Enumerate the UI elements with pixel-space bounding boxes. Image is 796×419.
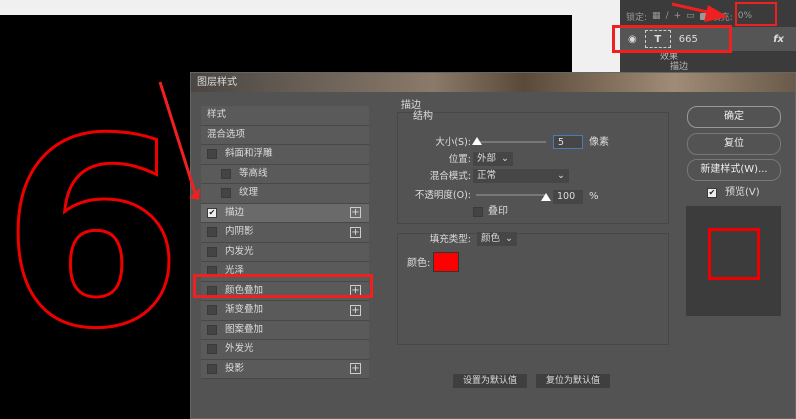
style-item[interactable]: 图案叠加 bbox=[201, 320, 369, 340]
artboard-icon[interactable]: ▭ bbox=[686, 11, 695, 21]
color-label: 颜色: bbox=[407, 258, 431, 269]
lock-label: 锁定: bbox=[626, 12, 648, 23]
ok-button[interactable]: 确定 bbox=[687, 106, 781, 128]
effects-label: 效果 bbox=[660, 52, 679, 62]
opacity-input[interactable]: 100 bbox=[553, 190, 583, 204]
color-swatch[interactable] bbox=[433, 252, 459, 272]
reset-button[interactable]: 复位 bbox=[687, 133, 781, 155]
size-input[interactable]: 5 bbox=[553, 135, 583, 149]
opacity-slider[interactable] bbox=[476, 194, 546, 196]
style-item[interactable]: 斜面和浮雕 bbox=[201, 145, 369, 165]
style-item-label: 描边 bbox=[225, 206, 245, 218]
chevron-down-icon: ⌄ bbox=[557, 170, 565, 181]
layer-style-dialog: 图层样式 样式 混合选项 斜面和浮雕 等高线 纹理 ✔ 描边 + 内阴影 + 内发光 光泽 颜色叠加 + 渐… bbox=[190, 72, 796, 419]
opacity-label: 不透明度(O): bbox=[414, 190, 471, 201]
preview-label: 预览(V) bbox=[725, 187, 760, 198]
size-slider[interactable] bbox=[476, 141, 546, 143]
fill-label: 填充: bbox=[711, 12, 733, 23]
opacity-unit: % bbox=[589, 191, 599, 202]
add-icon[interactable]: + bbox=[350, 363, 361, 375]
style-item-label: 投影 bbox=[225, 362, 245, 374]
style-item[interactable]: 等高线 bbox=[201, 164, 369, 184]
styles-list: 样式 混合选项 斜面和浮雕 等高线 纹理 ✔ 描边 + 内阴影 + 内发光 光泽 颜色叠加 + 渐变叠加 + 图… bbox=[201, 106, 369, 386]
layer-highlight-box bbox=[612, 25, 732, 53]
overprint-checkbox[interactable] bbox=[473, 207, 483, 217]
fill-type-label: 填充类型: bbox=[429, 234, 471, 245]
position-select[interactable]: 外部 ⌄ bbox=[473, 152, 513, 166]
fill-highlight-box bbox=[735, 2, 777, 26]
lock-icon[interactable] bbox=[699, 12, 707, 20]
chevron-down-icon: ⌄ bbox=[501, 153, 509, 164]
size-unit: 像素 bbox=[589, 137, 609, 148]
style-item[interactable]: 渐变叠加 + bbox=[201, 301, 369, 321]
structure-group bbox=[397, 112, 669, 224]
style-item-label: 纹理 bbox=[239, 187, 259, 199]
style-checkbox[interactable] bbox=[207, 363, 217, 374]
blend-mode-select[interactable]: 正常 ⌄ bbox=[473, 169, 569, 183]
style-item[interactable]: 混合选项 bbox=[201, 125, 369, 145]
stroke-highlight-box bbox=[193, 274, 373, 298]
reset-default-button[interactable]: 复位为默认值 bbox=[536, 374, 610, 388]
move-icon[interactable]: + bbox=[674, 11, 682, 21]
set-default-button[interactable]: 设置为默认值 bbox=[453, 374, 527, 388]
style-item[interactable]: 外发光 bbox=[201, 340, 369, 360]
opacity-slider-thumb[interactable] bbox=[541, 193, 551, 201]
size-slider-thumb[interactable] bbox=[472, 137, 483, 145]
stroke-settings: 描边 结构 大小(S): 5 像素 位置: 外部 ⌄ 混合模式: 正常 ⌄ 不透明度… bbox=[391, 100, 673, 390]
chevron-down-icon: ⌄ bbox=[505, 233, 513, 244]
lock-pixels-icon[interactable]: ▦ bbox=[652, 11, 661, 21]
style-checkbox[interactable] bbox=[207, 305, 217, 316]
add-icon[interactable]: + bbox=[350, 207, 361, 219]
style-checkbox[interactable] bbox=[207, 149, 217, 160]
fill-type-value: 颜色 bbox=[481, 233, 501, 244]
fill-type-group bbox=[397, 233, 669, 345]
preview-square bbox=[708, 228, 760, 280]
structure-title: 结构 bbox=[413, 111, 433, 122]
style-item-label: 外发光 bbox=[225, 343, 254, 355]
style-item-label: 内阴影 bbox=[225, 226, 254, 238]
position-value: 外部 bbox=[477, 153, 497, 164]
size-label: 大小(S): bbox=[435, 137, 471, 148]
style-checkbox[interactable] bbox=[207, 227, 217, 238]
style-item-label: 斜面和浮雕 bbox=[225, 148, 273, 160]
overprint-label: 叠印 bbox=[488, 206, 508, 217]
style-checkbox[interactable] bbox=[207, 324, 217, 335]
style-checkbox[interactable] bbox=[221, 188, 231, 199]
style-checkbox[interactable] bbox=[207, 246, 217, 257]
style-checkbox[interactable] bbox=[207, 344, 217, 355]
dialog-title: 图层样式 bbox=[191, 73, 795, 92]
style-preview bbox=[686, 206, 781, 316]
style-item[interactable]: 内发光 bbox=[201, 242, 369, 262]
add-icon[interactable]: + bbox=[350, 226, 361, 238]
style-item[interactable]: 内阴影 + bbox=[201, 223, 369, 243]
style-item[interactable]: 样式 bbox=[201, 106, 369, 126]
fx-icon[interactable]: fx bbox=[773, 34, 784, 45]
style-item[interactable]: 投影 + bbox=[201, 359, 369, 379]
blend-mode-value: 正常 bbox=[477, 170, 497, 181]
position-label: 位置: bbox=[448, 154, 471, 165]
style-item-label: 样式 bbox=[207, 109, 227, 121]
style-item-label: 内发光 bbox=[225, 245, 254, 257]
stroked-six-glyph: 6 bbox=[1, 84, 185, 386]
style-item-label: 等高线 bbox=[239, 167, 268, 179]
style-checkbox[interactable] bbox=[221, 168, 231, 179]
style-item[interactable]: 纹理 bbox=[201, 184, 369, 204]
style-item-label: 图案叠加 bbox=[225, 323, 264, 335]
preview-checkbox[interactable]: ✔ bbox=[707, 188, 717, 198]
new-style-button[interactable]: 新建样式(W)... bbox=[687, 159, 781, 181]
style-item-label: 混合选项 bbox=[207, 128, 246, 140]
blend-mode-label: 混合模式: bbox=[429, 171, 471, 182]
style-item[interactable]: ✔ 描边 + bbox=[201, 203, 369, 223]
brush-icon[interactable]: / bbox=[666, 11, 669, 21]
fill-type-select[interactable]: 颜色 ⌄ bbox=[477, 232, 517, 246]
style-item-label: 渐变叠加 bbox=[225, 304, 264, 316]
add-icon[interactable]: + bbox=[350, 304, 361, 316]
effect-stroke-label: 描边 bbox=[670, 62, 689, 72]
style-checkbox[interactable]: ✔ bbox=[207, 207, 217, 218]
